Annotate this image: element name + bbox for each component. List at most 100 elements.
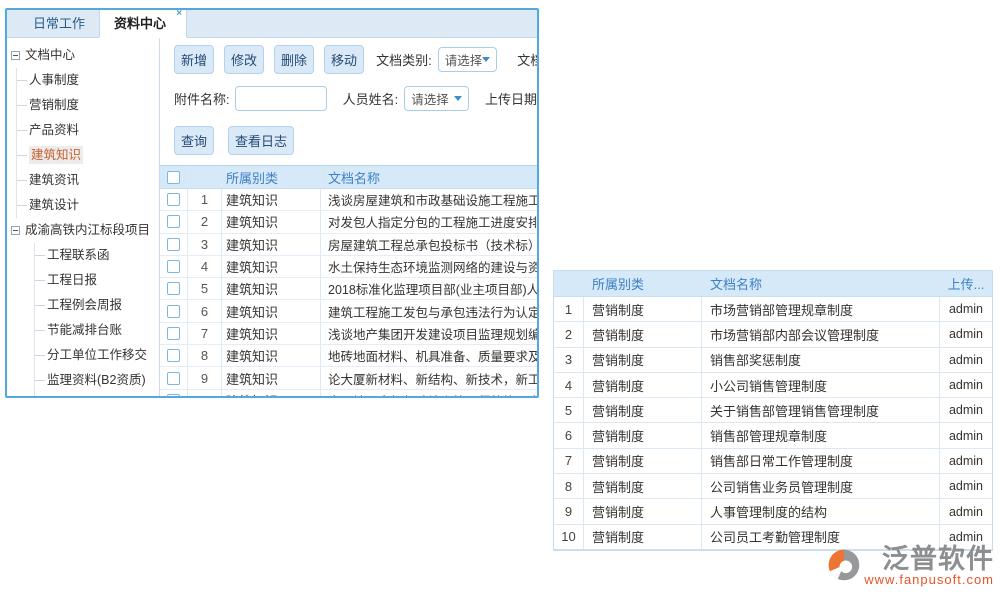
view-log-button[interactable]: 查看日志 <box>228 126 294 155</box>
table-row[interactable]: 10 建筑知识 大厦地下室加气砼墙砌筑工程的施工方... <box>160 390 537 396</box>
tree-node[interactable]: 节能减排台账 <box>7 318 159 343</box>
cell-seq: 6 <box>188 300 222 321</box>
cell-doc-name: 大厦地下室加气砼墙砌筑工程的施工方... <box>321 390 537 396</box>
row-checkbox[interactable] <box>167 215 180 228</box>
table-row[interactable]: 4 建筑知识 水土保持生态环境监测网络的建设与资... <box>160 256 537 278</box>
cell-category: 营销制度 <box>584 423 702 447</box>
table-row[interactable]: 7 建筑知识 浅谈地产集团开发建设项目监理规划编... <box>160 323 537 345</box>
row-checkbox[interactable] <box>167 260 180 273</box>
logo-company-name: 泛普软件 <box>882 545 994 573</box>
tree-node[interactable]: 产品资料 <box>7 118 159 143</box>
table-row[interactable]: 5 建筑知识 2018标准化监理项目部(业主项目部)人员... <box>160 278 537 300</box>
cell-doc-name: 销售部奖惩制度 <box>702 348 940 372</box>
toolbar-button[interactable]: 移动 <box>324 45 364 74</box>
tree-node-label: 分工单位工作移交 <box>47 348 147 362</box>
tab-daily-work[interactable]: 日常工作 <box>19 8 99 37</box>
tree-node[interactable]: 监理资料(B3质量控制) <box>7 393 159 396</box>
row-checkbox[interactable] <box>167 193 180 206</box>
close-icon[interactable]: × <box>176 9 182 19</box>
header-cell-checkbox <box>160 166 188 188</box>
table-row[interactable]: 3 建筑知识 房屋建筑工程总承包投标书（技术标）... <box>160 234 537 256</box>
table-row[interactable]: 8 建筑知识 地砖地面材料、机具准备、质量要求及... <box>160 345 537 367</box>
doc-category-select[interactable]: 请选择 <box>438 47 498 72</box>
person-name-value: 请选择 <box>411 89 449 108</box>
cell-category: 建筑知识 <box>222 234 321 255</box>
cell-doc-name: 房屋建筑工程总承包投标书（技术标）... <box>321 234 537 255</box>
toolbar-button[interactable]: 修改 <box>224 45 264 74</box>
tab-data-center[interactable]: 资料中心 × <box>99 8 187 38</box>
cell-doc-name: 浅谈房屋建筑和市政基础设施工程施工... <box>321 189 537 210</box>
logo-website-url[interactable]: www.fanpusoft.com <box>864 573 994 587</box>
select-all-checkbox[interactable] <box>167 171 180 184</box>
row-checkbox[interactable] <box>167 305 180 318</box>
fanpu-logo: 泛普软件 www.fanpusoft.com <box>826 545 994 587</box>
tree-node-label: 工程例会周报 <box>47 298 122 312</box>
tree-node[interactable]: 监理资料(B2资质) <box>7 368 159 393</box>
cell-seq: 7 <box>188 323 222 344</box>
cell-checkbox <box>160 345 188 366</box>
cell-uploader: admin <box>940 499 992 523</box>
cell-checkbox <box>160 390 188 396</box>
header-cell-uploader: 上传... <box>940 271 992 296</box>
table-row[interactable]: 9 营销制度 人事管理制度的结构 admin <box>554 499 992 524</box>
cell-doc-name: 对发包人指定分包的工程施工进度安排... <box>321 211 537 232</box>
cell-checkbox <box>160 367 188 388</box>
table-row[interactable]: 1 建筑知识 浅谈房屋建筑和市政基础设施工程施工... <box>160 189 537 211</box>
row-checkbox[interactable] <box>167 394 180 396</box>
tree-node[interactable]: 人事制度 <box>7 68 159 93</box>
tree-node[interactable]: 建筑设计 <box>7 193 159 218</box>
header-cell-category: 所属别类 <box>222 166 321 188</box>
table-row[interactable]: 4 营销制度 小公司销售管理制度 admin <box>554 373 992 398</box>
table-row[interactable]: 6 建筑知识 建筑工程施工发包与承包违法行为认定... <box>160 300 537 322</box>
header-cell-category: 所属别类 <box>584 271 702 296</box>
tree-node[interactable]: 文档中心 <box>7 43 159 68</box>
table-body: 1 建筑知识 浅谈房屋建筑和市政基础设施工程施工... 2 建筑知识 <box>160 189 537 396</box>
query-button[interactable]: 查询 <box>174 126 214 155</box>
row-checkbox[interactable] <box>167 372 180 385</box>
tree-node[interactable]: 工程联系函 <box>7 243 159 268</box>
tree-node[interactable]: 营销制度 <box>7 93 159 118</box>
table-row[interactable]: 5 营销制度 关于销售部管理销售管理制度 admin <box>554 398 992 423</box>
collapse-icon[interactable] <box>11 226 20 235</box>
table-row[interactable]: 8 营销制度 公司销售业务员管理制度 admin <box>554 474 992 499</box>
person-name-select[interactable]: 请选择 <box>404 86 469 111</box>
cell-seq: 10 <box>554 525 584 549</box>
cell-seq: 3 <box>188 234 222 255</box>
fanpu-logo-icon <box>826 547 862 583</box>
table-header-row: 所属别类 文档名称 上传... <box>554 271 992 297</box>
chevron-down-icon <box>482 57 490 62</box>
cell-seq: 9 <box>188 367 222 388</box>
row-checkbox[interactable] <box>167 282 180 295</box>
collapse-icon[interactable] <box>11 51 20 60</box>
table-row[interactable]: 6 营销制度 销售部管理规章制度 admin <box>554 423 992 448</box>
table-row[interactable]: 7 营销制度 销售部日常工作管理制度 admin <box>554 449 992 474</box>
table-row[interactable]: 1 营销制度 市场营销部管理规章制度 admin <box>554 297 992 322</box>
tree-node-label: 人事制度 <box>29 73 79 87</box>
tree-node[interactable]: 工程日报 <box>7 268 159 293</box>
row-checkbox[interactable] <box>167 327 180 340</box>
row-checkbox[interactable] <box>167 238 180 251</box>
cell-doc-name: 销售部日常工作管理制度 <box>702 449 940 473</box>
cell-seq: 8 <box>188 345 222 366</box>
tree-node-label: 工程日报 <box>47 273 97 287</box>
cell-category: 建筑知识 <box>222 189 321 210</box>
tree-node-label: 监理资料(B2资质) <box>47 373 146 387</box>
tree-node-label: 文档中心 <box>25 48 75 62</box>
table-row[interactable]: 9 建筑知识 论大厦新材料、新结构、新技术，新工... <box>160 367 537 389</box>
toolbar-button[interactable]: 新增 <box>174 45 214 74</box>
table-row[interactable]: 3 营销制度 销售部奖惩制度 admin <box>554 348 992 373</box>
tree-node[interactable]: 建筑资讯 <box>7 168 159 193</box>
cell-seq: 1 <box>188 189 222 210</box>
tree-node[interactable]: 建筑知识 <box>7 143 159 168</box>
building-docs-table: 所属别类 文档名称 1 建筑知识 浅谈房屋建筑和市政 <box>160 165 537 396</box>
attachment-name-input[interactable] <box>235 86 327 111</box>
tree-node[interactable]: 成渝高铁内江标段项目 <box>7 218 159 243</box>
row-checkbox[interactable] <box>167 349 180 362</box>
table-row[interactable]: 2 营销制度 市场营销部内部会议管理制度 admin <box>554 322 992 347</box>
doc-name-label-clipped: 文档 <box>517 50 537 69</box>
table-row[interactable]: 2 建筑知识 对发包人指定分包的工程施工进度安排... <box>160 211 537 233</box>
toolbar-button[interactable]: 删除 <box>274 45 314 74</box>
tree-node[interactable]: 分工单位工作移交 <box>7 343 159 368</box>
tree-node[interactable]: 工程例会周报 <box>7 293 159 318</box>
marketing-docs-table: 所属别类 文档名称 上传... 1 营销制度 市场营销部管理规章制度 admin… <box>553 270 993 551</box>
